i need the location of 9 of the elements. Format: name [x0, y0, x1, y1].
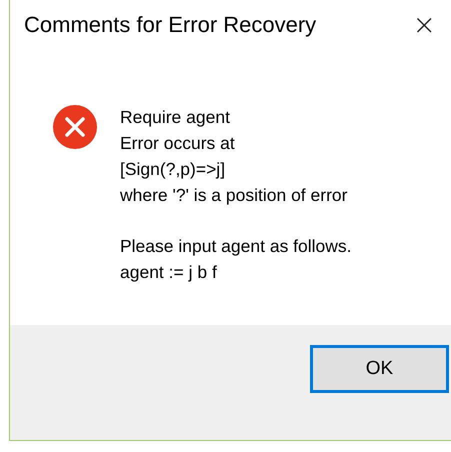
message-text: [Sign(?,p)=>j]: [120, 158, 226, 181]
message-text: Please input agent as follows.: [120, 235, 352, 258]
message-text: Error occurs at: [120, 132, 236, 155]
message-text: Require agent: [120, 106, 231, 129]
window-title: Comments for Error Recovery: [24, 12, 316, 38]
message-text: agent := j b f: [120, 261, 218, 284]
ok-button[interactable]: OK: [310, 345, 449, 393]
message-text: where '?' is a position of error: [120, 184, 348, 207]
close-button[interactable]: ×: [406, 11, 442, 39]
